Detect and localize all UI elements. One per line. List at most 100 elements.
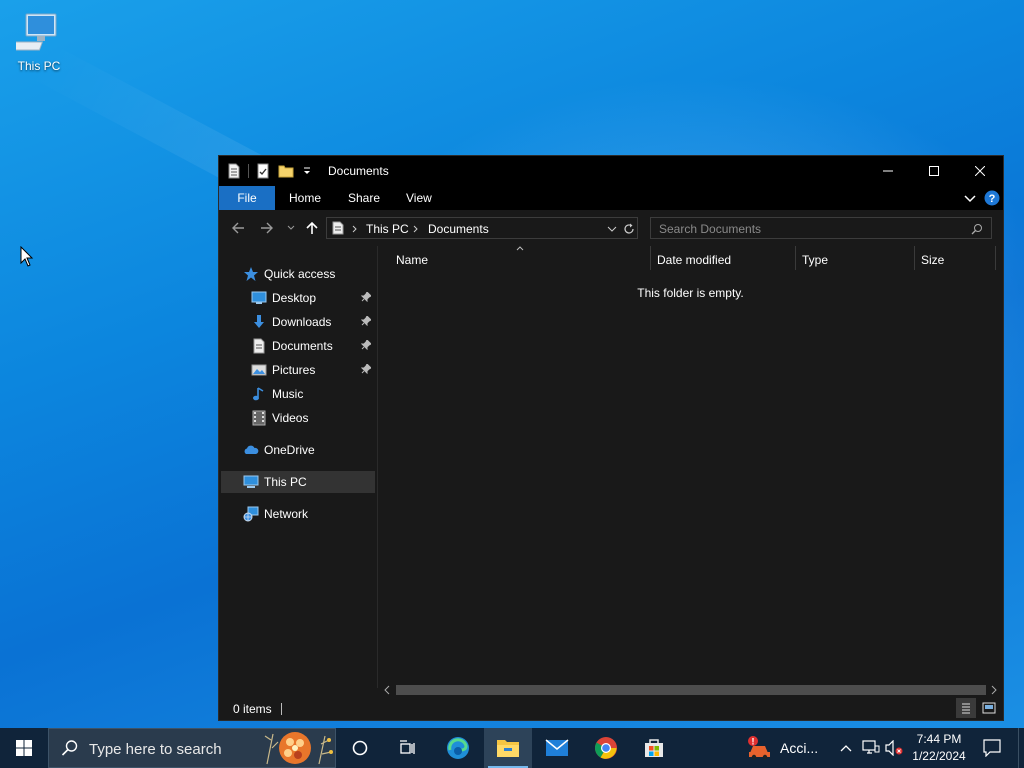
column-header-size[interactable]: Size bbox=[921, 253, 944, 267]
scroll-right-icon[interactable] bbox=[990, 685, 998, 695]
help-icon[interactable]: ? bbox=[984, 190, 1000, 206]
column-divider[interactable] bbox=[650, 246, 651, 270]
documents-location-icon bbox=[332, 221, 344, 235]
customize-toolbar-dropdown-icon[interactable] bbox=[302, 163, 312, 179]
cortana-button[interactable] bbox=[336, 728, 384, 768]
nav-music[interactable]: Music bbox=[219, 383, 375, 405]
clock-time: 7:44 PM bbox=[916, 732, 962, 746]
tab-share[interactable]: Share bbox=[348, 186, 380, 210]
svg-text:!: ! bbox=[752, 737, 755, 747]
chrome-icon bbox=[595, 737, 617, 759]
recent-locations-button[interactable] bbox=[285, 220, 297, 236]
minimize-icon bbox=[883, 170, 893, 172]
taskbar-edge[interactable] bbox=[434, 728, 482, 768]
expand-ribbon-icon[interactable] bbox=[964, 192, 976, 204]
title-bar[interactable]: Documents bbox=[219, 156, 1003, 186]
address-bar[interactable]: This PC Documents bbox=[326, 217, 638, 239]
forward-button[interactable] bbox=[259, 220, 275, 236]
pin-icon[interactable] bbox=[361, 340, 371, 350]
notification-center-icon[interactable] bbox=[983, 739, 1001, 757]
store-icon bbox=[645, 739, 663, 757]
properties-icon[interactable] bbox=[256, 163, 270, 179]
column-header-date-modified[interactable]: Date modified bbox=[657, 253, 731, 267]
tab-home[interactable]: Home bbox=[289, 186, 321, 210]
large-icons-view-button[interactable] bbox=[979, 698, 999, 718]
desktop-icon-this-pc[interactable]: This PC bbox=[10, 8, 68, 76]
nav-downloads-label: Downloads bbox=[272, 315, 332, 329]
breadcrumb-chevron-icon[interactable] bbox=[352, 225, 358, 233]
desktop-folder-icon bbox=[251, 291, 267, 304]
network-icon bbox=[243, 506, 259, 522]
taskbar-store[interactable] bbox=[630, 728, 678, 768]
start-button[interactable] bbox=[0, 728, 48, 768]
show-desktop-button[interactable] bbox=[1018, 728, 1024, 768]
news-widget-label[interactable]: Acci... bbox=[780, 740, 818, 756]
breadcrumb-chevron-icon[interactable] bbox=[413, 225, 419, 233]
back-button[interactable] bbox=[230, 220, 246, 236]
taskbar-chrome[interactable] bbox=[582, 728, 630, 768]
column-divider[interactable] bbox=[995, 246, 996, 270]
pictures-icon bbox=[251, 364, 267, 376]
forward-arrow-icon bbox=[261, 222, 273, 234]
tab-file[interactable]: File bbox=[219, 186, 275, 210]
pin-icon[interactable] bbox=[361, 364, 371, 374]
nav-desktop[interactable]: Desktop bbox=[219, 287, 375, 309]
taskbar-mail[interactable] bbox=[533, 728, 581, 768]
traffic-accident-news-icon[interactable]: ! bbox=[747, 735, 773, 761]
horizontal-scrollbar[interactable] bbox=[378, 682, 1003, 696]
volume-muted-icon[interactable] bbox=[885, 740, 903, 756]
task-view-button[interactable] bbox=[384, 728, 432, 768]
nav-pictures[interactable]: Pictures bbox=[219, 359, 375, 381]
maximize-icon bbox=[929, 166, 939, 176]
windows-logo-icon bbox=[16, 740, 32, 756]
column-header-name[interactable]: Name bbox=[396, 253, 428, 267]
address-history-dropdown-icon[interactable] bbox=[607, 225, 617, 233]
column-divider[interactable] bbox=[914, 246, 915, 270]
nav-onedrive-label: OneDrive bbox=[264, 443, 315, 457]
network-status-icon[interactable] bbox=[862, 740, 880, 756]
downloads-icon bbox=[254, 315, 264, 328]
document-app-icon bbox=[228, 163, 240, 179]
nav-network[interactable]: Network bbox=[219, 503, 375, 525]
nav-downloads[interactable]: Downloads bbox=[219, 311, 375, 333]
new-folder-icon[interactable] bbox=[278, 163, 294, 179]
refresh-icon[interactable] bbox=[623, 223, 635, 235]
scroll-left-icon[interactable] bbox=[383, 685, 391, 695]
search-icon bbox=[971, 224, 982, 235]
tab-view[interactable]: View bbox=[406, 186, 432, 210]
nav-quick-access[interactable]: Quick access bbox=[219, 263, 375, 285]
system-clock[interactable]: 7:44 PM 1/22/2024 bbox=[906, 731, 972, 765]
nav-this-pc[interactable]: This PC bbox=[221, 471, 375, 493]
taskbar-search-placeholder: Type here to search bbox=[89, 741, 222, 758]
search-box[interactable]: Search Documents bbox=[650, 217, 992, 239]
nav-onedrive[interactable]: OneDrive bbox=[219, 439, 375, 461]
breadcrumb-documents[interactable]: Documents bbox=[428, 222, 489, 236]
scrollbar-thumb[interactable] bbox=[396, 685, 986, 695]
column-divider[interactable] bbox=[795, 246, 796, 270]
file-explorer-window: Documents File Home Share View ? This PC… bbox=[218, 155, 1004, 721]
breadcrumb-this-pc[interactable]: This PC bbox=[366, 222, 409, 236]
status-bar: 0 items bbox=[219, 698, 1003, 720]
nav-videos[interactable]: Videos bbox=[219, 407, 375, 429]
ribbon-tabs: File Home Share View ? bbox=[219, 186, 1003, 210]
up-button[interactable] bbox=[304, 220, 320, 236]
computer-icon bbox=[16, 13, 57, 51]
search-highlight-image bbox=[264, 732, 333, 765]
taskbar-file-explorer[interactable] bbox=[484, 728, 532, 768]
taskbar-search-box[interactable]: Type here to search bbox=[48, 728, 336, 768]
show-hidden-icons-chevron-icon[interactable] bbox=[840, 744, 852, 752]
column-header-type[interactable]: Type bbox=[802, 253, 828, 267]
details-view-button[interactable] bbox=[956, 698, 976, 718]
close-button[interactable] bbox=[957, 156, 1003, 186]
minimize-button[interactable] bbox=[865, 156, 911, 186]
nav-documents[interactable]: Documents bbox=[219, 335, 375, 357]
quick-access-toolbar bbox=[227, 163, 312, 179]
clock-date: 1/22/2024 bbox=[912, 749, 966, 763]
maximize-button[interactable] bbox=[911, 156, 957, 186]
pin-icon[interactable] bbox=[361, 292, 371, 302]
search-icon bbox=[61, 740, 78, 756]
desktop-icon-label: This PC bbox=[17, 59, 61, 73]
pin-icon[interactable] bbox=[361, 316, 371, 326]
nav-desktop-label: Desktop bbox=[272, 291, 317, 305]
nav-music-label: Music bbox=[272, 387, 304, 401]
